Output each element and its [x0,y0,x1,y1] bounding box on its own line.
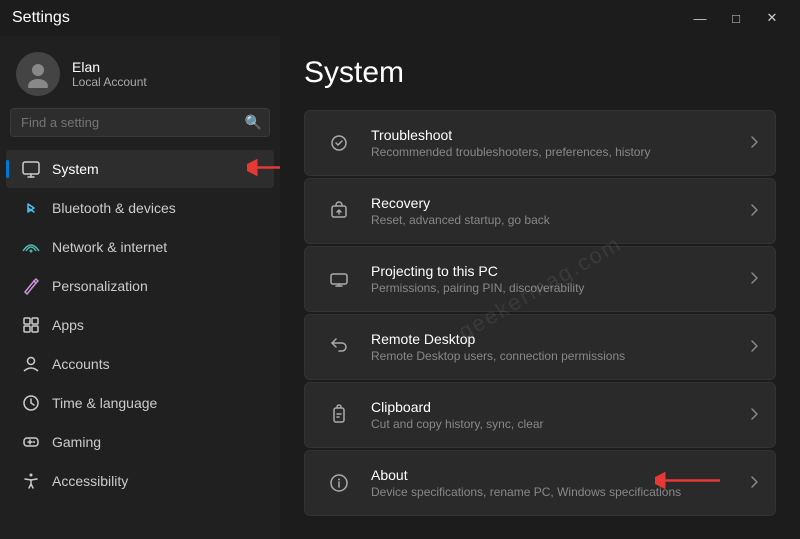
time-icon [22,394,40,412]
system-icon [22,160,40,178]
sidebar-item-gaming[interactable]: Gaming [6,423,274,461]
sidebar-item-accessibility[interactable]: Accessibility [6,462,274,500]
sidebar-item-system[interactable]: System [6,150,274,188]
remote-desktop-desc: Remote Desktop users, connection permiss… [371,349,741,363]
clipboard-icon [321,397,357,433]
sidebar-item-label-gaming: Gaming [52,434,101,450]
about-text: About Device specifications, rename PC, W… [371,467,741,499]
recovery-icon [321,193,357,229]
recovery-title: Recovery [371,195,741,211]
settings-item-recovery[interactable]: Recovery Reset, advanced startup, go back [304,178,776,244]
clipboard-desc: Cut and copy history, sync, clear [371,417,741,431]
settings-item-projecting[interactable]: Projecting to this PC Permissions, pairin… [304,246,776,312]
recovery-desc: Reset, advanced startup, go back [371,213,741,227]
projecting-icon [321,261,357,297]
accounts-icon [22,355,40,373]
sidebar-item-label-time: Time & language [52,395,157,411]
clipboard-text: Clipboard Cut and copy history, sync, cle… [371,399,741,431]
remote-desktop-chevron-icon [749,339,759,356]
about-chevron-icon [749,475,759,492]
sidebar-item-personalization[interactable]: Personalization [6,267,274,305]
settings-item-about[interactable]: About Device specifications, rename PC, W… [304,450,776,516]
sidebar-item-label-bluetooth: Bluetooth & devices [52,200,176,216]
remote-desktop-icon [321,329,357,365]
troubleshoot-chevron-icon [749,135,759,152]
about-icon [321,465,357,501]
network-icon [22,238,40,256]
sidebar-item-label-personalization: Personalization [52,278,148,294]
sidebar-item-label-system: System [52,161,99,177]
nav-list: System Bluetooth & devices Network & inter… [0,149,280,501]
settings-item-remote-desktop[interactable]: Remote Desktop Remote Desktop users, conn… [304,314,776,380]
troubleshoot-desc: Recommended troubleshooters, preferences… [371,145,741,159]
remote-desktop-title: Remote Desktop [371,331,741,347]
sidebar-item-accounts[interactable]: Accounts [6,345,274,383]
user-info: Elan Local Account [72,59,147,89]
sidebar: Elan Local Account 🔍 System Bluetooth & d… [0,36,280,539]
projecting-desc: Permissions, pairing PIN, discoverabilit… [371,281,741,295]
titlebar: Settings — □ ✕ [0,0,800,36]
sidebar-item-bluetooth[interactable]: Bluetooth & devices [6,189,274,227]
search-icon: 🔍 [245,114,262,131]
projecting-chevron-icon [749,271,759,288]
projecting-title: Projecting to this PC [371,263,741,279]
personalization-icon [22,277,40,295]
troubleshoot-text: Troubleshoot Recommended troubleshooters,… [371,127,741,159]
clipboard-chevron-icon [749,407,759,424]
recovery-chevron-icon [749,203,759,220]
titlebar-title: Settings [12,9,70,27]
search-input[interactable] [10,108,270,137]
remote-desktop-text: Remote Desktop Remote Desktop users, conn… [371,331,741,363]
search-box: 🔍 [10,108,270,137]
settings-item-troubleshoot[interactable]: Troubleshoot Recommended troubleshooters,… [304,110,776,176]
content-area: System Troubleshoot Recommended troublesh… [280,36,800,536]
sidebar-item-label-accessibility: Accessibility [52,473,128,489]
sidebar-item-network[interactable]: Network & internet [6,228,274,266]
about-title: About [371,467,741,483]
sidebar-item-time[interactable]: Time & language [6,384,274,422]
projecting-text: Projecting to this PC Permissions, pairin… [371,263,741,295]
avatar [16,52,60,96]
sidebar-item-apps[interactable]: Apps [6,306,274,344]
content-wrapper: System Troubleshoot Recommended troublesh… [280,36,800,539]
user-profile[interactable]: Elan Local Account [0,36,280,108]
apps-icon [22,316,40,334]
accessibility-icon [22,472,40,490]
recovery-text: Recovery Reset, advanced startup, go back [371,195,741,227]
main-layout: Elan Local Account 🔍 System Bluetooth & d… [0,36,800,539]
user-name: Elan [72,59,147,75]
sidebar-item-label-apps: Apps [52,317,84,333]
titlebar-controls: — □ ✕ [684,8,788,28]
maximize-button[interactable]: □ [720,8,752,28]
page-title: System [304,56,776,90]
troubleshoot-icon [321,125,357,161]
gaming-icon [22,433,40,451]
minimize-button[interactable]: — [684,8,716,28]
sidebar-item-label-network: Network & internet [52,239,167,255]
close-button[interactable]: ✕ [756,8,788,28]
system-arrow-annotation [247,158,280,181]
user-role: Local Account [72,75,147,89]
titlebar-left: Settings [12,9,70,27]
bluetooth-icon [22,199,40,217]
sidebar-item-label-accounts: Accounts [52,356,110,372]
settings-list: Troubleshoot Recommended troubleshooters,… [304,110,776,516]
troubleshoot-title: Troubleshoot [371,127,741,143]
settings-item-clipboard[interactable]: Clipboard Cut and copy history, sync, cle… [304,382,776,448]
clipboard-title: Clipboard [371,399,741,415]
about-desc: Device specifications, rename PC, Window… [371,485,741,499]
